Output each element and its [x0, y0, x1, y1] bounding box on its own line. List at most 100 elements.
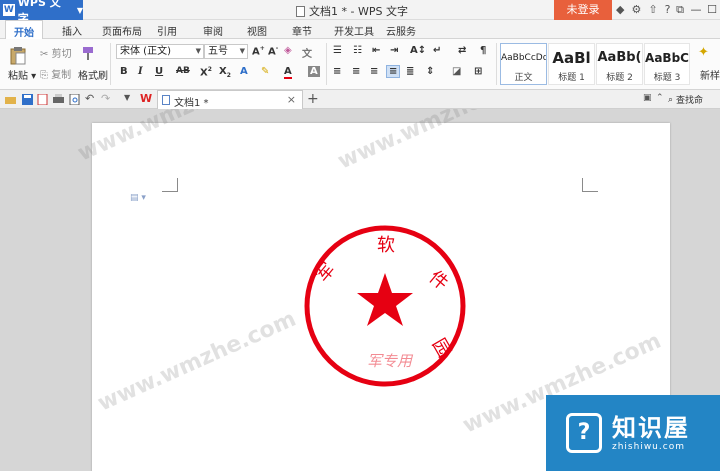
grow-font-icon[interactable]: A+ [252, 45, 265, 57]
font-color-icon[interactable]: A [284, 66, 292, 79]
close-icon[interactable]: × [287, 93, 296, 106]
document-tab-label: 文档1 * [174, 98, 209, 109]
cut-text: 剪切 [51, 49, 72, 60]
help-icon[interactable]: ? [665, 3, 671, 16]
style-sample: AaBb( [597, 50, 642, 65]
tab-home[interactable]: 开始 [5, 20, 43, 40]
increase-indent-icon[interactable]: ⇥ [390, 45, 398, 56]
text-effect-icon[interactable]: A [240, 66, 248, 77]
tab-cloud[interactable]: 云服务 [386, 23, 416, 38]
style-heading-2[interactable]: AaBb( 标题 2 [596, 43, 643, 85]
align-center-icon[interactable]: ≡ [352, 66, 360, 77]
font-size-value: 五号 [208, 46, 228, 57]
save-icon[interactable] [22, 94, 33, 105]
style-sample: AaBbCcDd [501, 53, 546, 63]
tab-developer[interactable]: 开发工具 [334, 23, 374, 38]
paste-button[interactable] [8, 45, 28, 68]
chinese-layout-icon[interactable]: ⇄ [458, 45, 466, 56]
print-preview-icon[interactable] [69, 94, 80, 105]
show-marks-icon[interactable]: ↵ [433, 45, 441, 56]
paste-text: 粘贴 [8, 71, 28, 82]
copy-icon: ⎘ [40, 70, 48, 81]
paragraph-shading-icon[interactable]: ◪ [452, 66, 461, 77]
bold-icon[interactable]: B [120, 66, 128, 77]
strikethrough-icon[interactable]: AB [176, 66, 190, 76]
justify-icon[interactable]: ≡ [386, 65, 401, 78]
find-command[interactable]: ⌕ 查找命 [668, 93, 703, 107]
window-title: 文档1 * - WPS 文字 [296, 3, 408, 19]
skin-icon[interactable]: ◆ [616, 3, 624, 16]
new-style-icon[interactable]: ✦ [698, 45, 709, 60]
subscript-icon[interactable]: X2 [219, 66, 231, 79]
style-heading-3[interactable]: AaBbC 标题 3 [644, 43, 690, 85]
align-left-icon[interactable]: ≡ [333, 66, 341, 77]
print-icon[interactable] [53, 94, 64, 105]
style-normal[interactable]: AaBbCcDd 正文 [500, 43, 547, 85]
minimize-icon[interactable]: — [688, 0, 704, 20]
collapse-ribbon-icon[interactable]: ⌃ [656, 93, 667, 104]
format-painter-button[interactable]: 格式刷 [78, 67, 108, 82]
undo-icon[interactable]: ↶ [85, 92, 96, 105]
paragraph-dialog-icon[interactable]: ¶ [480, 45, 486, 56]
tab-page-layout[interactable]: 页面布局 [102, 23, 142, 38]
distributed-align-icon[interactable]: ≣ [406, 66, 414, 77]
redo-icon[interactable]: ↷ [101, 92, 112, 105]
font-size-select[interactable]: 五号 ▼ [204, 44, 248, 59]
style-name: 标题 3 [653, 73, 681, 83]
char-shading-icon[interactable]: A [308, 66, 320, 77]
seal-char: 件 [425, 267, 452, 295]
maximize-icon[interactable]: ☐ [704, 0, 720, 20]
format-painter-icon[interactable] [80, 45, 96, 64]
phonetic-icon[interactable]: 文 [302, 45, 312, 60]
tab-document[interactable]: 文档1 * × [157, 90, 303, 109]
tab-chapter[interactable]: 章节 [292, 23, 312, 38]
layout-icon[interactable]: ▣ [643, 93, 654, 104]
copy-text: 复制 [51, 70, 72, 81]
font-name-select[interactable]: 宋体 (正文) ▼ [116, 44, 204, 59]
superscript-icon[interactable]: X2 [200, 66, 212, 78]
cut-button[interactable]: ✂ 剪切 [40, 45, 72, 60]
borders-icon[interactable]: ⊞ [474, 66, 482, 77]
quick-access-bar: ↶ ↷ ▼ W 文档1 * × + ▣ ⌃ ⌕ 查找命 [0, 90, 720, 109]
style-name: 标题 2 [606, 73, 633, 83]
document-icon [296, 5, 305, 17]
export-pdf-icon[interactable] [37, 94, 48, 105]
tab-references[interactable]: 引用 [157, 23, 177, 38]
new-style-button[interactable]: 新样 [700, 67, 720, 82]
wps-app-menu-button[interactable]: W WPS 文字 ▼ [0, 0, 83, 25]
copy-button[interactable]: ⎘ 复制 [40, 66, 71, 81]
underline-icon[interactable]: U [155, 66, 163, 77]
highlight-icon[interactable]: ✎ [261, 66, 269, 77]
bullet-list-icon[interactable]: ☰ [333, 45, 342, 56]
settings-icon[interactable]: ⚙ [631, 3, 641, 16]
ribbon-toolbar: 粘贴 ▾ ✂ 剪切 ⎘ 复制 格式刷 宋体 (正文) ▼ 五号 ▼ A+ A- ◈ … [0, 39, 720, 90]
margin-corner-top-left [162, 178, 178, 192]
document-canvas[interactable]: ▤ ▾ 军 软 件 园 军专用 www.wmzhe.com www.wmzhe.… [0, 109, 720, 471]
open-folder-icon[interactable] [5, 94, 16, 105]
numbered-list-icon[interactable]: ☷ [353, 45, 362, 56]
share-icon[interactable]: ⇧ [648, 3, 657, 16]
restore-icon[interactable]: ⧉ [672, 0, 688, 20]
decrease-indent-icon[interactable]: ⇤ [372, 45, 380, 56]
new-tab-button[interactable]: + [307, 91, 319, 107]
red-seal[interactable]: 军 软 件 园 军专用 [302, 223, 468, 389]
sort-icon[interactable]: A↕ [410, 45, 426, 56]
title-bar: W WPS 文字 ▼ 文档1 * - WPS 文字 未登录 ◆ ⚙ ⇧ ? ⧉ … [0, 0, 720, 25]
group-divider [496, 43, 497, 85]
chevron-down-icon[interactable]: ▼ [124, 93, 135, 104]
align-right-icon[interactable]: ≡ [370, 66, 378, 77]
chevron-down-icon: ▼ [195, 47, 201, 55]
italic-icon[interactable]: I [138, 66, 143, 77]
style-heading-1[interactable]: AaBl 标题 1 [548, 43, 595, 85]
clear-format-icon[interactable]: ◈ [284, 45, 292, 56]
titlebar-icons: ◆ ⚙ ⇧ ? [616, 3, 670, 16]
paste-label[interactable]: 粘贴 ▾ [8, 67, 36, 82]
margin-corner-top-right [582, 178, 598, 192]
line-spacing-icon[interactable]: ⇕ [426, 66, 434, 77]
tab-view[interactable]: 视图 [247, 23, 267, 38]
shrink-font-icon[interactable]: A- [268, 45, 278, 57]
paragraph-layout-icon[interactable]: ▤ ▾ [130, 193, 146, 203]
tab-insert[interactable]: 插入 [62, 23, 82, 38]
tab-review[interactable]: 审阅 [203, 23, 223, 38]
login-button[interactable]: 未登录 [554, 0, 612, 20]
